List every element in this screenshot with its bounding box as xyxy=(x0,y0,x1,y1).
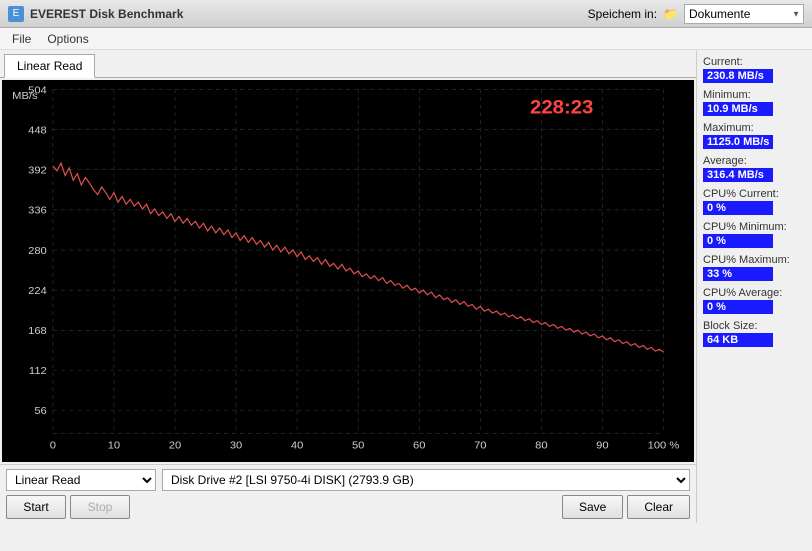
chart-area: 504 448 392 336 280 224 168 112 56 MB/s … xyxy=(2,80,694,462)
svg-text:20: 20 xyxy=(169,440,181,452)
disk-select[interactable]: Disk Drive #2 [LSI 9750-4i DISK] (2793.9… xyxy=(162,469,690,491)
clear-button[interactable]: Clear xyxy=(627,495,690,519)
svg-text:70: 70 xyxy=(474,440,486,452)
main-container: Linear Read xyxy=(0,50,812,523)
minimum-label: Minimum: xyxy=(703,89,806,101)
cpu-minimum-stat: CPU% Minimum: 0 % xyxy=(703,221,806,248)
svg-text:448: 448 xyxy=(28,125,47,137)
maximum-value: 1125.0 MB/s xyxy=(703,135,773,149)
menu-bar: File Options xyxy=(0,28,812,50)
stats-panel: Current: 230.8 MB/s Minimum: 10.9 MB/s M… xyxy=(697,50,812,523)
saveas-folder-icon: 📁 xyxy=(663,7,678,21)
average-stat: Average: 316.4 MB/s xyxy=(703,155,806,182)
average-value: 316.4 MB/s xyxy=(703,168,773,182)
tab-linear-read[interactable]: Linear Read xyxy=(4,54,95,78)
saveas-label: Speichem in: xyxy=(588,7,657,21)
cpu-average-value: 0 % xyxy=(703,300,773,314)
current-stat: Current: 230.8 MB/s xyxy=(703,56,806,83)
cpu-maximum-label: CPU% Maximum: xyxy=(703,254,806,266)
start-button[interactable]: Start xyxy=(6,495,66,519)
saveas-area: Speichem in: 📁 Dokumente xyxy=(588,4,804,24)
cpu-current-label: CPU% Current: xyxy=(703,188,806,200)
cpu-maximum-value: 33 % xyxy=(703,267,773,281)
maximum-label: Maximum: xyxy=(703,122,806,134)
svg-text:100 %: 100 % xyxy=(648,440,680,452)
svg-text:112: 112 xyxy=(29,365,47,377)
svg-text:56: 56 xyxy=(34,406,46,418)
selectors-row: Linear Read Disk Drive #2 [LSI 9750-4i D… xyxy=(6,469,690,491)
chart-svg: 504 448 392 336 280 224 168 112 56 MB/s … xyxy=(2,80,694,462)
svg-text:228:23: 228:23 xyxy=(530,97,593,118)
save-button[interactable]: Save xyxy=(562,495,623,519)
block-size-value: 64 KB xyxy=(703,333,773,347)
svg-text:168: 168 xyxy=(28,325,47,337)
right-buttons: Save Clear xyxy=(562,495,690,519)
svg-text:336: 336 xyxy=(28,205,47,217)
app-icon: E xyxy=(8,6,24,22)
cpu-average-label: CPU% Average: xyxy=(703,287,806,299)
left-buttons: Start Stop xyxy=(6,495,130,519)
block-size-stat: Block Size: 64 KB xyxy=(703,320,806,347)
left-panel: Linear Read xyxy=(0,50,697,523)
cpu-current-stat: CPU% Current: 0 % xyxy=(703,188,806,215)
cpu-average-stat: CPU% Average: 0 % xyxy=(703,287,806,314)
menu-file[interactable]: File xyxy=(4,30,39,48)
saveas-dropdown-wrap[interactable]: Dokumente xyxy=(684,4,804,24)
svg-text:30: 30 xyxy=(230,440,242,452)
buttons-row: Start Stop Save Clear xyxy=(6,495,690,519)
title-bar: E EVEREST Disk Benchmark Speichem in: 📁 … xyxy=(0,0,812,28)
svg-text:10: 10 xyxy=(108,440,120,452)
saveas-select[interactable]: Dokumente xyxy=(684,4,804,24)
bottom-controls: Linear Read Disk Drive #2 [LSI 9750-4i D… xyxy=(0,464,696,523)
svg-text:392: 392 xyxy=(28,165,47,177)
svg-text:40: 40 xyxy=(291,440,303,452)
svg-text:90: 90 xyxy=(596,440,608,452)
test-type-select[interactable]: Linear Read xyxy=(6,469,156,491)
current-value: 230.8 MB/s xyxy=(703,69,773,83)
average-label: Average: xyxy=(703,155,806,167)
cpu-minimum-value: 0 % xyxy=(703,234,773,248)
minimum-stat: Minimum: 10.9 MB/s xyxy=(703,89,806,116)
maximum-stat: Maximum: 1125.0 MB/s xyxy=(703,122,806,149)
current-label: Current: xyxy=(703,56,806,68)
svg-text:50: 50 xyxy=(352,440,364,452)
tab-bar: Linear Read xyxy=(0,50,696,78)
block-size-label: Block Size: xyxy=(703,320,806,332)
menu-options[interactable]: Options xyxy=(39,30,96,48)
minimum-value: 10.9 MB/s xyxy=(703,102,773,116)
app-title: EVEREST Disk Benchmark xyxy=(30,7,183,21)
svg-text:224: 224 xyxy=(28,285,47,297)
svg-text:80: 80 xyxy=(535,440,547,452)
svg-text:0: 0 xyxy=(50,440,56,452)
cpu-maximum-stat: CPU% Maximum: 33 % xyxy=(703,254,806,281)
stop-button[interactable]: Stop xyxy=(70,495,130,519)
svg-text:60: 60 xyxy=(413,440,425,452)
cpu-minimum-label: CPU% Minimum: xyxy=(703,221,806,233)
svg-text:280: 280 xyxy=(28,245,47,257)
cpu-current-value: 0 % xyxy=(703,201,773,215)
svg-text:MB/s: MB/s xyxy=(12,90,38,102)
